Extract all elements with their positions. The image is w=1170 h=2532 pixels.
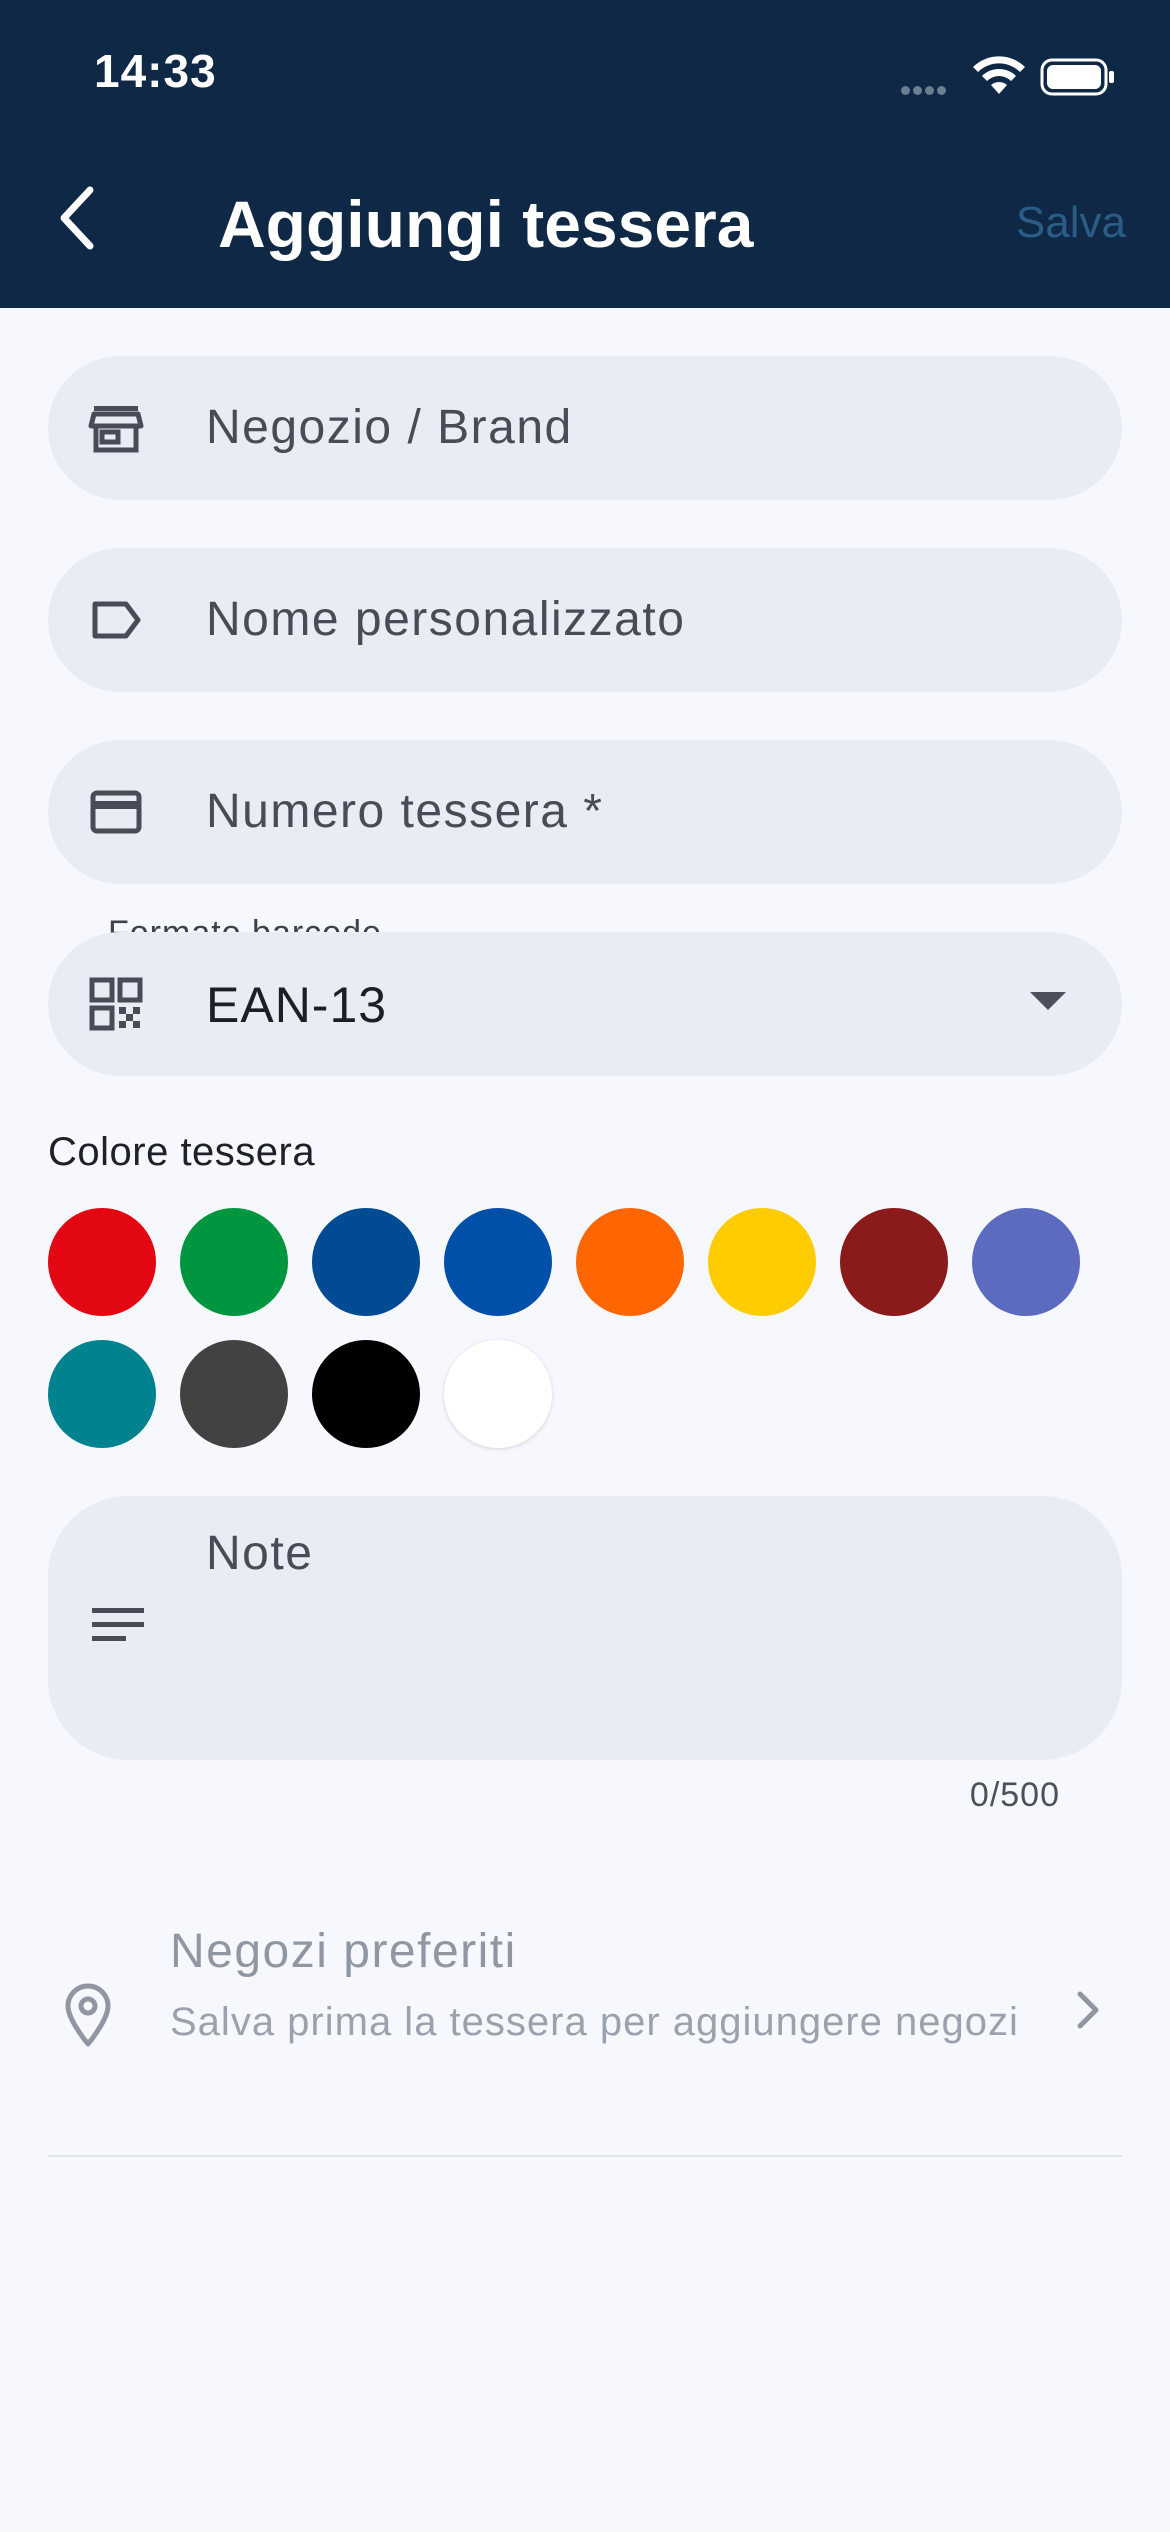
save-button[interactable]: Salva [1016,198,1126,248]
notes-icon [92,1608,144,1641]
color-swatch-green[interactable] [180,1208,288,1316]
status-icons [856,52,1116,98]
color-swatch-teal[interactable] [48,1340,156,1448]
note-placeholder: Note [206,1527,314,1580]
store-icon [88,406,144,453]
color-swatch-yellow[interactable] [708,1208,816,1316]
status-time: 14:33 [94,45,217,97]
favorite-stores-title: Negozi preferiti [170,1925,517,1978]
card-number-field[interactable]: Numero tessera * [48,740,1122,884]
color-swatch-red[interactable] [48,1208,156,1316]
store-placeholder: Negozio / Brand [206,401,573,454]
color-swatch-dark-blue[interactable] [312,1208,420,1316]
card-color-label: Colore tessera [48,1130,316,1174]
cellular-signal-icon [898,82,946,100]
chevron-left-icon [60,186,94,250]
page-title: Aggiungi tessera [218,187,754,261]
color-swatch-indigo[interactable] [972,1208,1080,1316]
chevron-right-icon [1077,1991,1099,2029]
favorite-stores-subtitle: Salva prima la tessera per aggiungere ne… [170,2000,1019,2044]
qr-code-icon [89,977,143,1031]
color-swatch-blue[interactable] [444,1208,552,1316]
label-icon [92,601,141,639]
battery-icon [1040,58,1114,96]
divider [48,2155,1122,2157]
note-field[interactable]: Note [48,1496,1122,1760]
custom-name-placeholder: Nome personalizzato [206,593,686,646]
note-char-counter: 0/500 [969,1776,1060,1814]
color-swatch-orange[interactable] [576,1208,684,1316]
back-button[interactable] [52,182,112,262]
color-swatch-dark-grey[interactable] [180,1340,288,1448]
barcode-format-select[interactable]: EAN-13 [48,932,1122,1076]
barcode-format-value: EAN-13 [206,977,388,1033]
custom-name-field[interactable]: Nome personalizzato [48,548,1122,692]
location-pin-icon [65,1983,111,2047]
wifi-icon [973,56,1025,94]
favorite-stores-row[interactable]: Negozi preferiti Salva prima la tessera … [48,1900,1122,2140]
color-swatch-white[interactable] [444,1340,552,1448]
color-swatch-black[interactable] [312,1340,420,1448]
card-number-placeholder: Numero tessera * [206,785,604,838]
store-field[interactable]: Negozio / Brand [48,356,1122,500]
arrow-drop-down-icon [1030,992,1066,1010]
app-header: 14:33 Aggiungi tessera Salva [0,0,1170,308]
color-swatch-maroon[interactable] [840,1208,948,1316]
credit-card-icon [90,790,142,834]
